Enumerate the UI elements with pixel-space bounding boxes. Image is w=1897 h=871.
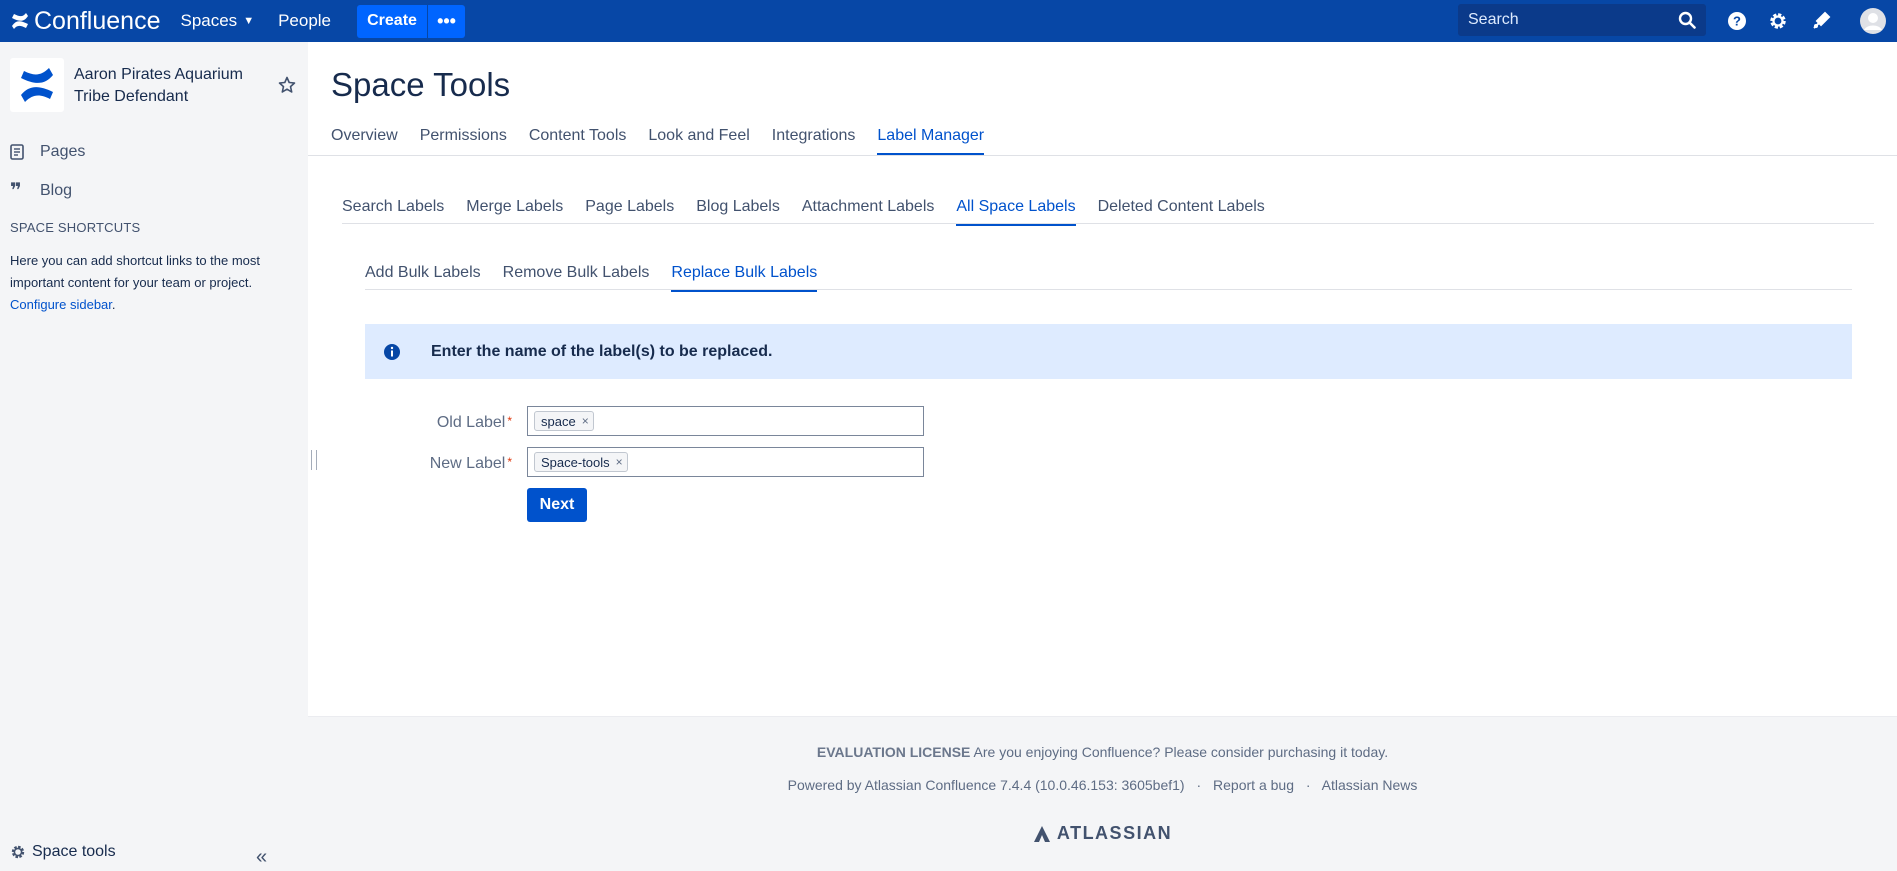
report-bug-link[interactable]: Report a bug	[1213, 777, 1294, 793]
subtab-blog-labels[interactable]: Blog Labels	[696, 198, 780, 226]
tab-content-tools[interactable]: Content Tools	[529, 127, 627, 155]
gear-icon[interactable]	[1767, 10, 1789, 32]
space-tools-label: Space tools	[32, 843, 116, 860]
shortcuts-description: Here you can add shortcut links to the m…	[10, 253, 261, 290]
sidebar-resize-handle[interactable]	[311, 450, 317, 470]
info-icon	[384, 343, 400, 360]
people-label: People	[278, 11, 332, 30]
old-label-text: Old Label	[436, 414, 506, 431]
old-label-input[interactable]: space ×	[527, 406, 924, 436]
footer-links: Powered by Atlassian Confluence 7.4.4 (1…	[308, 777, 1897, 793]
people-link[interactable]: People	[266, 0, 343, 42]
spaces-menu[interactable]: Spaces ▼	[168, 0, 266, 42]
atlassian-wordmark: ATLASSIAN	[1056, 823, 1173, 843]
sidebar-item-label: Pages	[40, 143, 86, 160]
top-navigation: Confluence Spaces ▼ People Create ••• Se…	[0, 0, 1897, 42]
confluence-icon	[12, 13, 28, 29]
atlassian-icon	[1033, 825, 1050, 842]
atlassian-news-link[interactable]: Atlassian News	[1322, 777, 1418, 793]
tab-add-bulk-labels[interactable]: Add Bulk Labels	[365, 264, 481, 292]
next-button[interactable]: Next	[527, 488, 587, 522]
tab-label-manager[interactable]: Label Manager	[877, 127, 985, 155]
avatar[interactable]	[1860, 8, 1886, 34]
space-name[interactable]: Aaron Pirates Aquarium Tribe Defendant	[74, 64, 264, 108]
tab-overview[interactable]: Overview	[331, 127, 398, 155]
create-more-button[interactable]: •••	[427, 4, 466, 38]
help-icon[interactable]: ?	[1726, 10, 1748, 32]
new-label-text: New Label	[429, 455, 506, 472]
atlassian-logo: ATLASSIAN	[308, 823, 1897, 844]
search-placeholder: Search	[1468, 11, 1519, 28]
search-input[interactable]: Search	[1458, 4, 1706, 36]
license-notice: EVALUATION LICENSE Are you enjoying Conf…	[308, 744, 1897, 760]
remove-chip-icon[interactable]: ×	[616, 455, 623, 469]
brand-name: Confluence	[34, 6, 161, 35]
star-icon[interactable]	[278, 76, 296, 94]
bulk-tabs: Add Bulk Labels Remove Bulk Labels Repla…	[365, 264, 839, 292]
main-tabs: Overview Permissions Content Tools Look …	[331, 127, 1006, 155]
main-tabs-divider	[308, 155, 1897, 156]
spaces-label: Spaces	[180, 11, 238, 30]
subtabs-divider	[342, 223, 1874, 224]
new-label-input[interactable]: Space-tools ×	[527, 447, 924, 477]
subtab-merge-labels[interactable]: Merge Labels	[466, 198, 563, 226]
subtab-all-space-labels[interactable]: All Space Labels	[956, 198, 1076, 226]
configure-suffix: .	[111, 297, 116, 312]
notifications-icon[interactable]	[1810, 10, 1832, 32]
sidebar-item-pages[interactable]: Pages	[10, 143, 85, 161]
required-mark: *	[507, 455, 512, 469]
separator: ·	[1305, 777, 1311, 793]
confluence-space-icon	[21, 68, 53, 102]
tab-integrations[interactable]: Integrations	[772, 127, 856, 155]
gear-icon	[11, 845, 25, 859]
new-label-label: New Label *	[362, 455, 512, 473]
space-shortcuts-text: Here you can add shortcut links to the m…	[10, 250, 300, 316]
space-logo[interactable]	[10, 58, 64, 112]
powered-by-text: Powered by Atlassian Confluence 7.4.4 (1…	[787, 777, 1185, 793]
create-button[interactable]: Create	[357, 4, 428, 38]
space-shortcuts-heading: SPACE SHORTCUTS	[10, 220, 141, 235]
info-message: Enter the name of the label(s) to be rep…	[365, 324, 1852, 379]
quote-icon: ❞	[10, 180, 22, 202]
remove-chip-icon[interactable]: ×	[582, 414, 589, 428]
subtab-search-labels[interactable]: Search Labels	[342, 198, 444, 226]
subtab-attachment-labels[interactable]: Attachment Labels	[802, 198, 935, 226]
tab-remove-bulk-labels[interactable]: Remove Bulk Labels	[503, 264, 650, 292]
subtab-page-labels[interactable]: Page Labels	[585, 198, 674, 226]
old-label-label: Old Label *	[362, 414, 512, 432]
label-chip: space ×	[534, 411, 594, 431]
page-title: Space Tools	[331, 66, 511, 103]
license-label: EVALUATION LICENSE	[816, 744, 971, 760]
sidebar-item-blog[interactable]: ❞ Blog	[10, 178, 72, 203]
separator: ·	[1196, 777, 1202, 793]
tab-replace-bulk-labels[interactable]: Replace Bulk Labels	[671, 264, 818, 292]
license-text: Are you enjoying Confluence? Please cons…	[973, 744, 1389, 760]
sidebar: Aaron Pirates Aquarium Tribe Defendant P…	[0, 42, 308, 871]
bulk-tabs-divider	[365, 289, 1852, 290]
chip-text: space	[541, 413, 576, 429]
footer: EVALUATION LICENSE Are you enjoying Conf…	[308, 716, 1897, 871]
info-text: Enter the name of the label(s) to be rep…	[431, 342, 773, 360]
tab-permissions[interactable]: Permissions	[420, 127, 507, 155]
confluence-logo[interactable]: Confluence	[0, 0, 168, 42]
search-icon[interactable]	[1678, 11, 1696, 29]
svg-text:?: ?	[1733, 14, 1741, 29]
sidebar-item-label: Blog	[40, 181, 73, 199]
space-tools-button[interactable]: Space tools	[10, 843, 116, 861]
configure-sidebar-link[interactable]: Configure sidebar	[10, 297, 112, 312]
tab-look-and-feel[interactable]: Look and Feel	[648, 127, 749, 155]
pages-icon	[10, 144, 30, 160]
label-chip: Space-tools ×	[534, 452, 628, 472]
subtab-deleted-content-labels[interactable]: Deleted Content Labels	[1098, 198, 1265, 226]
chip-text: Space-tools	[541, 454, 610, 470]
label-subtabs: Search Labels Merge Labels Page Labels B…	[342, 198, 1287, 226]
collapse-sidebar-icon[interactable]: «	[256, 846, 267, 869]
required-mark: *	[507, 414, 512, 428]
chevron-down-icon: ▼	[243, 15, 255, 27]
